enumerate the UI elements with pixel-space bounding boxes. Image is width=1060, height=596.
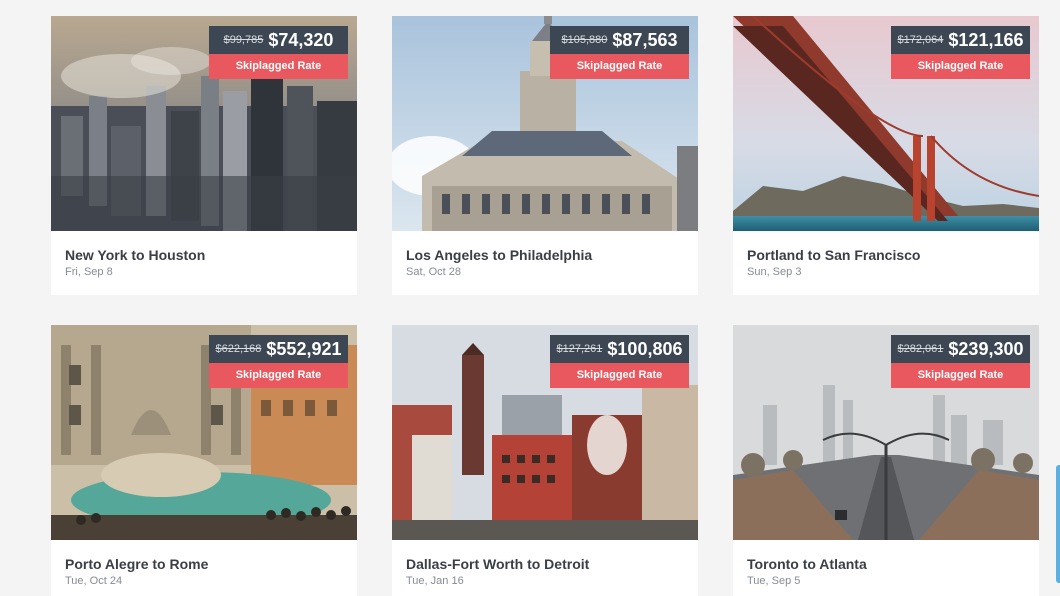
deal-card-toronto-atlanta[interactable]: $282,061 $239,300 Skiplagged Rate Toront… <box>733 325 1039 596</box>
price-badge: $282,061 $239,300 Skiplagged Rate <box>891 335 1030 388</box>
skiplagged-rate-tag: Skiplagged Rate <box>891 363 1030 388</box>
skiplagged-rate-tag: Skiplagged Rate <box>550 54 689 79</box>
price-badge: $622,168 $552,921 Skiplagged Rate <box>209 335 348 388</box>
deal-date: Fri, Sep 8 <box>65 266 113 278</box>
side-scroll-tab[interactable] <box>1056 465 1060 583</box>
original-price: $282,061 <box>897 343 944 355</box>
deal-route: Toronto to Atlanta <box>747 556 867 572</box>
deal-photo-rome: $622,168 $552,921 Skiplagged Rate <box>51 325 357 540</box>
deal-photo-atlanta: $282,061 $239,300 Skiplagged Rate <box>733 325 1039 540</box>
original-price: $622,168 <box>215 343 262 355</box>
deal-price: $87,563 <box>612 29 678 50</box>
deal-card-dallas-detroit[interactable]: $127,261 $100,806 Skiplagged Rate Dallas… <box>392 325 698 596</box>
deal-price: $100,806 <box>607 338 683 359</box>
deal-route: Dallas-Fort Worth to Detroit <box>406 556 590 572</box>
deal-photo-philadelphia: $105,880 $87,563 Skiplagged Rate <box>392 16 698 231</box>
deal-route: Porto Alegre to Rome <box>65 556 209 572</box>
deal-info: Porto Alegre to Rome Tue, Oct 24 <box>51 540 357 587</box>
deal-info: Portland to San Francisco Sun, Sep 3 <box>733 231 1039 278</box>
deal-info: New York to Houston Fri, Sep 8 <box>51 231 357 278</box>
deal-photo-san-francisco: $172,064 $121,166 Skiplagged Rate <box>733 16 1039 231</box>
deals-page: $99,785 $74,320 Skiplagged Rate New York… <box>0 0 1060 596</box>
deal-date: Sat, Oct 28 <box>406 266 462 278</box>
deal-card-new-york-houston[interactable]: $99,785 $74,320 Skiplagged Rate New York… <box>51 16 357 295</box>
deal-info: Toronto to Atlanta Tue, Sep 5 <box>733 540 1039 587</box>
deal-price: $239,300 <box>948 338 1024 359</box>
deal-info: Los Angeles to Philadelphia Sat, Oct 28 <box>392 231 698 278</box>
deal-photo-new-york: $99,785 $74,320 Skiplagged Rate <box>51 16 357 231</box>
skiplagged-rate-tag: Skiplagged Rate <box>209 54 348 79</box>
original-price: $105,880 <box>561 34 608 46</box>
price-badge: $105,880 $87,563 Skiplagged Rate <box>550 26 689 79</box>
deal-route: Portland to San Francisco <box>747 247 921 263</box>
deal-route: Los Angeles to Philadelphia <box>406 247 593 263</box>
price-badge: $172,064 $121,166 Skiplagged Rate <box>891 26 1030 79</box>
skiplagged-rate-tag: Skiplagged Rate <box>209 363 348 388</box>
deal-price: $552,921 <box>266 338 342 359</box>
deal-price: $121,166 <box>948 29 1024 50</box>
original-price: $99,785 <box>223 34 264 46</box>
original-price: $127,261 <box>556 343 603 355</box>
deals-grid: $99,785 $74,320 Skiplagged Rate New York… <box>51 16 1039 596</box>
price-badge: $99,785 $74,320 Skiplagged Rate <box>209 26 348 79</box>
deal-date: Tue, Sep 5 <box>747 575 801 587</box>
deal-card-portland-san-francisco[interactable]: $172,064 $121,166 Skiplagged Rate Portla… <box>733 16 1039 295</box>
skiplagged-rate-tag: Skiplagged Rate <box>891 54 1030 79</box>
deal-price: $74,320 <box>268 29 334 50</box>
deal-photo-detroit: $127,261 $100,806 Skiplagged Rate <box>392 325 698 540</box>
original-price: $172,064 <box>897 34 944 46</box>
price-badge: $127,261 $100,806 Skiplagged Rate <box>550 335 689 388</box>
deal-info: Dallas-Fort Worth to Detroit Tue, Jan 16 <box>392 540 698 587</box>
skiplagged-rate-tag: Skiplagged Rate <box>550 363 689 388</box>
deal-card-porto-alegre-rome[interactable]: $622,168 $552,921 Skiplagged Rate Porto … <box>51 325 357 596</box>
deal-card-los-angeles-philadelphia[interactable]: $105,880 $87,563 Skiplagged Rate Los Ang… <box>392 16 698 295</box>
deal-route: New York to Houston <box>65 247 206 263</box>
deal-date: Tue, Oct 24 <box>65 575 123 587</box>
deal-date: Tue, Jan 16 <box>406 575 464 587</box>
deal-date: Sun, Sep 3 <box>747 266 802 278</box>
